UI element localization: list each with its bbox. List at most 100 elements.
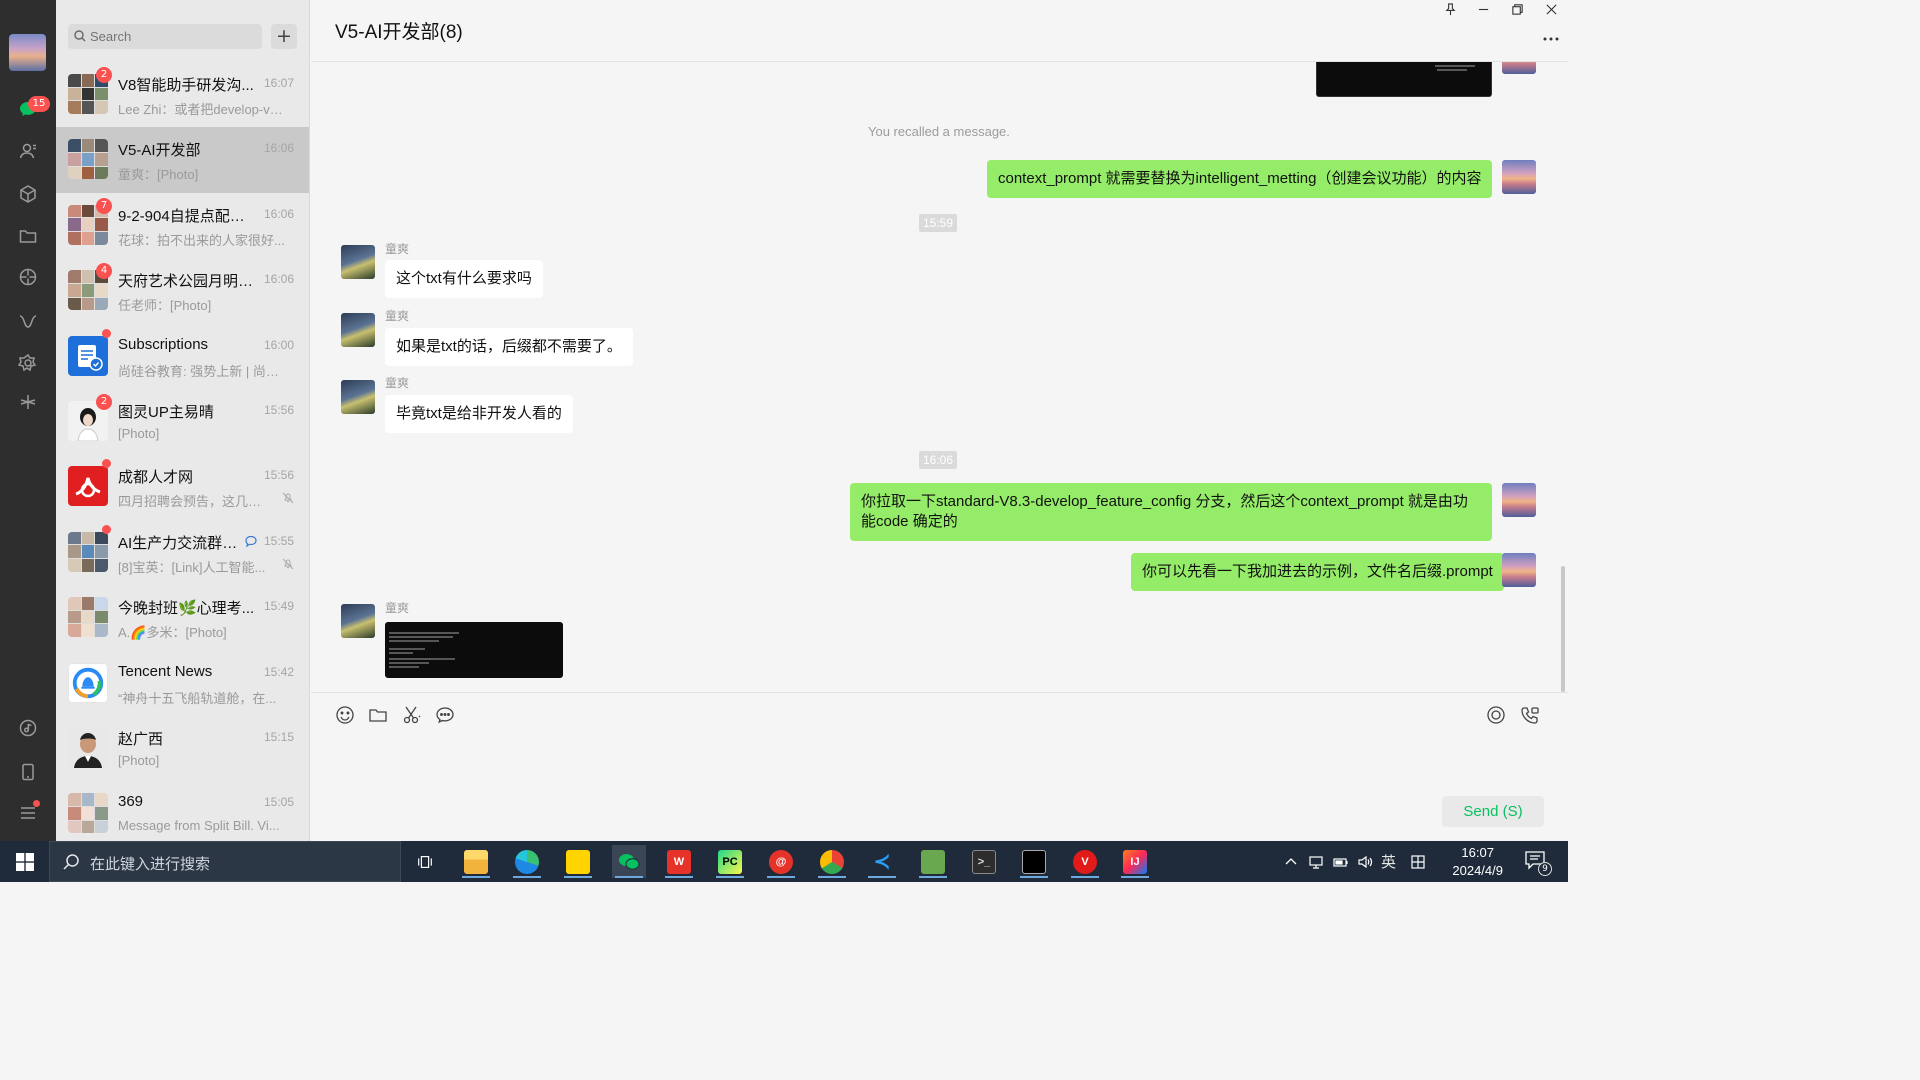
- chat-item[interactable]: 今晚封班🌿心理考... 15:49 A.🌈多米：[Photo]: [56, 585, 309, 650]
- channels-icon[interactable]: [15, 308, 41, 334]
- intellij-icon[interactable]: IJ: [1118, 845, 1152, 878]
- live-icon[interactable]: [1486, 705, 1508, 727]
- minimize-icon[interactable]: [1474, 3, 1492, 21]
- windows-taskbar: 在此键入进行搜索 W PC @ ≺ >_ V IJ 英 16:07 2024/4…: [0, 841, 1568, 882]
- file-icon[interactable]: [368, 705, 390, 727]
- outgoing-message[interactable]: 你拉取一下standard-V8.3-develop_feature_confi…: [850, 483, 1492, 541]
- more-options-icon[interactable]: [1542, 26, 1560, 47]
- add-chat-button[interactable]: +: [271, 24, 297, 49]
- folder-icon[interactable]: [15, 223, 41, 249]
- chat-name: Subscriptions: [118, 335, 209, 353]
- sender-avatar[interactable]: [341, 313, 375, 347]
- outgoing-message[interactable]: 你可以先看一下我加进去的示例，文件名后缀.prompt: [1131, 553, 1504, 591]
- network-icon[interactable]: [1308, 841, 1324, 882]
- restore-icon[interactable]: [1508, 3, 1526, 21]
- search-box[interactable]: [68, 24, 262, 49]
- sticky-notes-icon[interactable]: [561, 845, 595, 878]
- tencent-news-avatar: [68, 662, 108, 703]
- tray-expand-icon[interactable]: [1285, 841, 1297, 882]
- image-message[interactable]: [385, 622, 563, 678]
- my-avatar[interactable]: [1502, 62, 1536, 74]
- my-avatar[interactable]: [1502, 483, 1536, 517]
- cube-icon[interactable]: [15, 181, 41, 207]
- outgoing-message[interactable]: context_prompt 就需要替换为intelligent_metting…: [987, 160, 1493, 198]
- netease-music-icon[interactable]: @: [764, 845, 798, 878]
- image-message[interactable]: [1316, 62, 1492, 97]
- volume-icon[interactable]: [1357, 841, 1373, 882]
- sender-avatar[interactable]: [341, 245, 375, 279]
- chat-item[interactable]: Tencent News 15:42 “神舟十五飞船轨道舱，在...: [56, 651, 309, 716]
- my-avatar[interactable]: [9, 34, 46, 71]
- music-icon[interactable]: [15, 715, 41, 741]
- chat-item[interactable]: Subscriptions 16:00 尚硅谷教育: 强势上新 | 尚硅...: [56, 324, 309, 389]
- file-explorer-icon[interactable]: [459, 845, 493, 878]
- chat-item[interactable]: 2 V8智能助手研发沟... 16:07 Lee Zhi：或者把develop-…: [56, 62, 309, 127]
- task-view-icon[interactable]: [408, 845, 442, 878]
- incoming-message[interactable]: 如果是txt的话，后缀都不需要了。: [385, 328, 633, 366]
- chat-item[interactable]: 4 天府艺术公园月明林下 16:06 任老师：[Photo]: [56, 258, 309, 323]
- chat-item[interactable]: 369 15:05 Message from Split Bill. Vi...: [56, 781, 309, 841]
- chat-preview: Lee Zhi：或者把develop-v8...: [118, 102, 286, 117]
- cmd-icon[interactable]: [1017, 845, 1051, 878]
- wps-icon[interactable]: W: [662, 845, 696, 878]
- my-avatar[interactable]: [1502, 553, 1536, 587]
- vscode-icon[interactable]: ≺: [865, 845, 899, 878]
- chat-item[interactable]: 成都人才网 15:56 四月招聘会预告，这几场...: [56, 454, 309, 519]
- taskbar-search-placeholder: 在此键入进行搜索: [90, 856, 211, 873]
- chat-time: 15:49: [263, 599, 294, 614]
- conversation-panel: V5-AI开发部(8) You recalled a message. cont…: [311, 0, 1568, 841]
- phone-icon[interactable]: [15, 759, 41, 785]
- terminal-icon[interactable]: >_: [967, 845, 1001, 878]
- search-input[interactable]: [90, 27, 256, 46]
- miniprogram-icon[interactable]: [15, 389, 41, 415]
- ime-indicator[interactable]: 英: [1381, 841, 1396, 882]
- chat-item[interactable]: 2 图灵UP主易晴 15:56 [Photo]: [56, 389, 309, 454]
- group-avatar: [68, 597, 108, 638]
- search-icon[interactable]: [15, 350, 41, 376]
- moments-icon[interactable]: [15, 264, 41, 290]
- close-icon[interactable]: [1542, 3, 1560, 21]
- chat-name: AI生产力交流群1...: [118, 534, 242, 552]
- chat-item[interactable]: 赵广西 15:15 [Photo]: [56, 716, 309, 781]
- taskbar-search[interactable]: 在此键入进行搜索: [49, 841, 401, 882]
- group-chat-icon: [245, 535, 257, 548]
- chat-item[interactable]: 7 9-2-904自提点配送群 16:06 花球：拍不出来的人家很好...: [56, 193, 309, 258]
- chat-time: 16:06: [263, 272, 294, 287]
- chat-list: 2 V8智能助手研发沟... 16:07 Lee Zhi：或者把develop-…: [56, 62, 309, 841]
- chat-preview: [Photo]: [118, 752, 160, 768]
- edge-icon[interactable]: [510, 845, 544, 878]
- my-avatar[interactable]: [1502, 160, 1536, 194]
- start-button[interactable]: [0, 841, 49, 882]
- chat-item-active[interactable]: V5-AI开发部 16:06 童爽：[Photo]: [56, 127, 309, 193]
- message-input[interactable]: [327, 735, 1547, 790]
- notification-center-icon[interactable]: 9: [1524, 849, 1552, 876]
- incoming-message[interactable]: 毕竟txt是给非开发人看的: [385, 395, 573, 433]
- send-button[interactable]: Send (S): [1442, 796, 1544, 827]
- chat-name: 9-2-904自提点配送群: [118, 207, 258, 225]
- chrome-icon[interactable]: [815, 845, 849, 878]
- scrollbar[interactable]: [1561, 566, 1565, 692]
- vivaldi-icon[interactable]: V: [1068, 845, 1102, 878]
- contacts-icon[interactable]: [15, 138, 41, 164]
- chat-preview: [Photo]: [118, 425, 160, 441]
- screenshot-icon[interactable]: [402, 705, 424, 727]
- conversation-title: V5-AI开发部(8): [335, 22, 463, 43]
- wechat-icon[interactable]: [612, 845, 646, 878]
- sender-avatar[interactable]: [341, 604, 375, 638]
- battery-icon[interactable]: [1333, 841, 1349, 882]
- chat-history-icon[interactable]: [435, 705, 457, 727]
- incoming-message[interactable]: 这个txt有什么要求吗: [385, 260, 543, 298]
- sender-avatar[interactable]: [341, 380, 375, 414]
- voice-call-icon[interactable]: [1520, 705, 1542, 727]
- clock-time: 16:07: [1461, 845, 1494, 860]
- app-icon[interactable]: [916, 845, 950, 878]
- chat-time: 16:00: [263, 337, 294, 352]
- ime-mode-icon[interactable]: [1410, 841, 1426, 882]
- chat-preview: 尚硅谷教育: 强势上新 | 尚硅...: [118, 363, 286, 379]
- system-clock[interactable]: 16:07 2024/4/9: [1452, 844, 1503, 880]
- pycharm-icon[interactable]: PC: [713, 845, 747, 878]
- emoji-icon[interactable]: [335, 705, 357, 727]
- timestamp: 15:59: [919, 214, 958, 232]
- chat-item[interactable]: AI生产力交流群1... 15:55 [8]宝英：[Link]人工智能...: [56, 520, 309, 585]
- pin-icon[interactable]: [1441, 3, 1459, 21]
